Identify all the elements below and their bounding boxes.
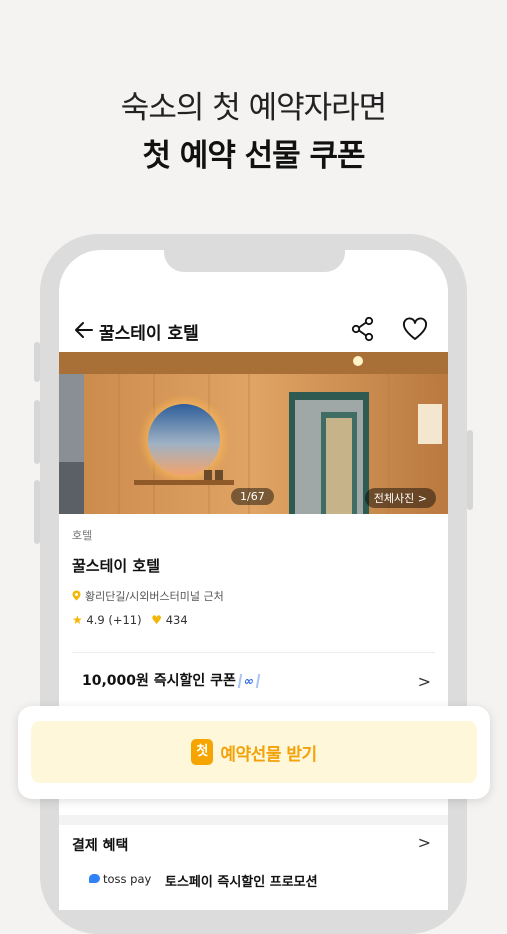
section-gap — [59, 815, 448, 825]
phone-side-button — [467, 430, 473, 510]
view-all-photos-button[interactable]: 전체사진 > — [364, 488, 436, 508]
phone-screen: 꿀스테이 호텔 1/67 전체사진 > 호텔 꿀스테이 호텔 황리단길/시외버스… — [59, 250, 448, 910]
location-pin-icon — [72, 590, 81, 601]
likes-count: 434 — [165, 613, 188, 627]
divider — [72, 652, 435, 653]
star-icon: ★ — [72, 613, 83, 627]
heart-filled-icon: ♥ — [151, 613, 163, 627]
toss-logo-icon — [89, 874, 100, 883]
payment-benefits-title: 결제 혜택 — [72, 838, 129, 854]
listing-location[interactable]: 황리단길/시외버스터미널 근처 — [72, 588, 224, 604]
top-nav: 꿀스테이 호텔 — [59, 316, 448, 346]
chevron-right-icon[interactable]: > — [418, 672, 431, 691]
toss-brand: toss pay — [103, 872, 152, 886]
gift-button-content: 첫 예약선물 받기 — [31, 739, 477, 765]
infinity-badge: ∞ — [237, 674, 261, 688]
phone-notch — [164, 246, 345, 272]
page-title: 꿀스테이 호텔 — [99, 324, 199, 344]
headline-line2: 첫 예약 선물 쿠폰 — [142, 138, 365, 174]
share-icon[interactable] — [350, 316, 376, 342]
back-arrow-icon[interactable] — [73, 319, 95, 341]
receive-gift-button[interactable]: 첫 예약선물 받기 — [31, 721, 477, 783]
phone-side-button — [34, 342, 40, 382]
listing-name: 꿀스테이 호텔 — [72, 557, 161, 575]
phone-side-button — [34, 400, 40, 464]
gift-card: 첫 예약선물 받기 — [18, 706, 490, 799]
listing-category: 호텔 — [72, 529, 93, 542]
location-text: 황리단길/시외버스터미널 근처 — [85, 590, 224, 603]
coupon-label: 10,000원 즉시할인 쿠폰 — [82, 673, 236, 689]
toss-pay-logo: toss pay — [89, 872, 151, 886]
toss-promo-text: 토스페이 즉시할인 프로모션 — [165, 875, 318, 890]
chevron-right-icon[interactable]: > — [418, 833, 431, 852]
coupon-row[interactable]: 10,000원 즉시할인 쿠폰 ∞ — [82, 670, 261, 690]
headline-line1: 숙소의 첫 예약자라면 — [120, 90, 387, 126]
heart-icon[interactable] — [402, 317, 428, 343]
hotel-photo[interactable]: 1/67 전체사진 > — [59, 352, 448, 514]
first-badge: 첫 — [191, 739, 214, 765]
listing-rating: ★ 4.9 (+11) ♥ 434 — [72, 613, 188, 627]
rating-value: 4.9 (+11) — [86, 613, 142, 627]
phone-side-button — [34, 480, 40, 544]
gift-label: 예약선물 받기 — [220, 744, 317, 765]
photo-counter: 1/67 — [231, 488, 274, 505]
